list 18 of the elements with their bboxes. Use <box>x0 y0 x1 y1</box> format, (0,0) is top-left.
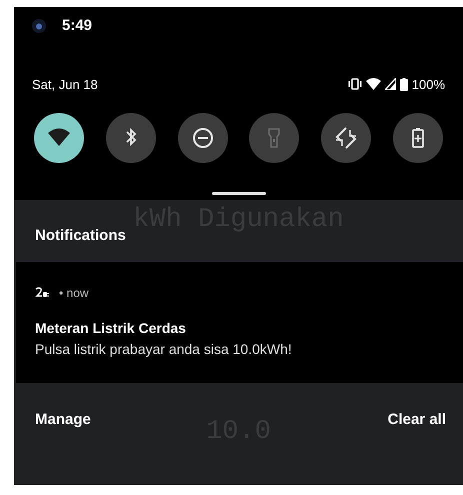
date-label: Sat, Jun 18 <box>32 76 98 94</box>
notification-time: • now <box>59 285 89 302</box>
avatar-icon <box>32 19 46 34</box>
notifications-heading: Notifications <box>35 227 126 244</box>
battery-icon <box>400 78 408 91</box>
notification-card[interactable]: • now Meteran Listrik Cerdas Pulsa listrik prabayar anda sisa 10.0kWh! <box>16 262 463 383</box>
plug-icon <box>35 287 49 299</box>
manage-button[interactable]: Manage <box>35 409 91 432</box>
wifi-tile[interactable] <box>34 113 84 163</box>
vibrate-icon <box>348 78 362 90</box>
drag-handle[interactable] <box>212 192 266 195</box>
notification-title: Meteran Listrik Cerdas <box>35 319 187 338</box>
battery-percent: 100% <box>412 76 445 94</box>
clear-all-button[interactable]: Clear all <box>388 409 446 432</box>
wifi-icon <box>366 78 381 90</box>
signal-icon <box>384 78 396 90</box>
notification-text: Pulsa listrik prabayar anda sisa 10.0kWh! <box>35 340 293 359</box>
clock-time: 5:49 <box>62 16 92 36</box>
